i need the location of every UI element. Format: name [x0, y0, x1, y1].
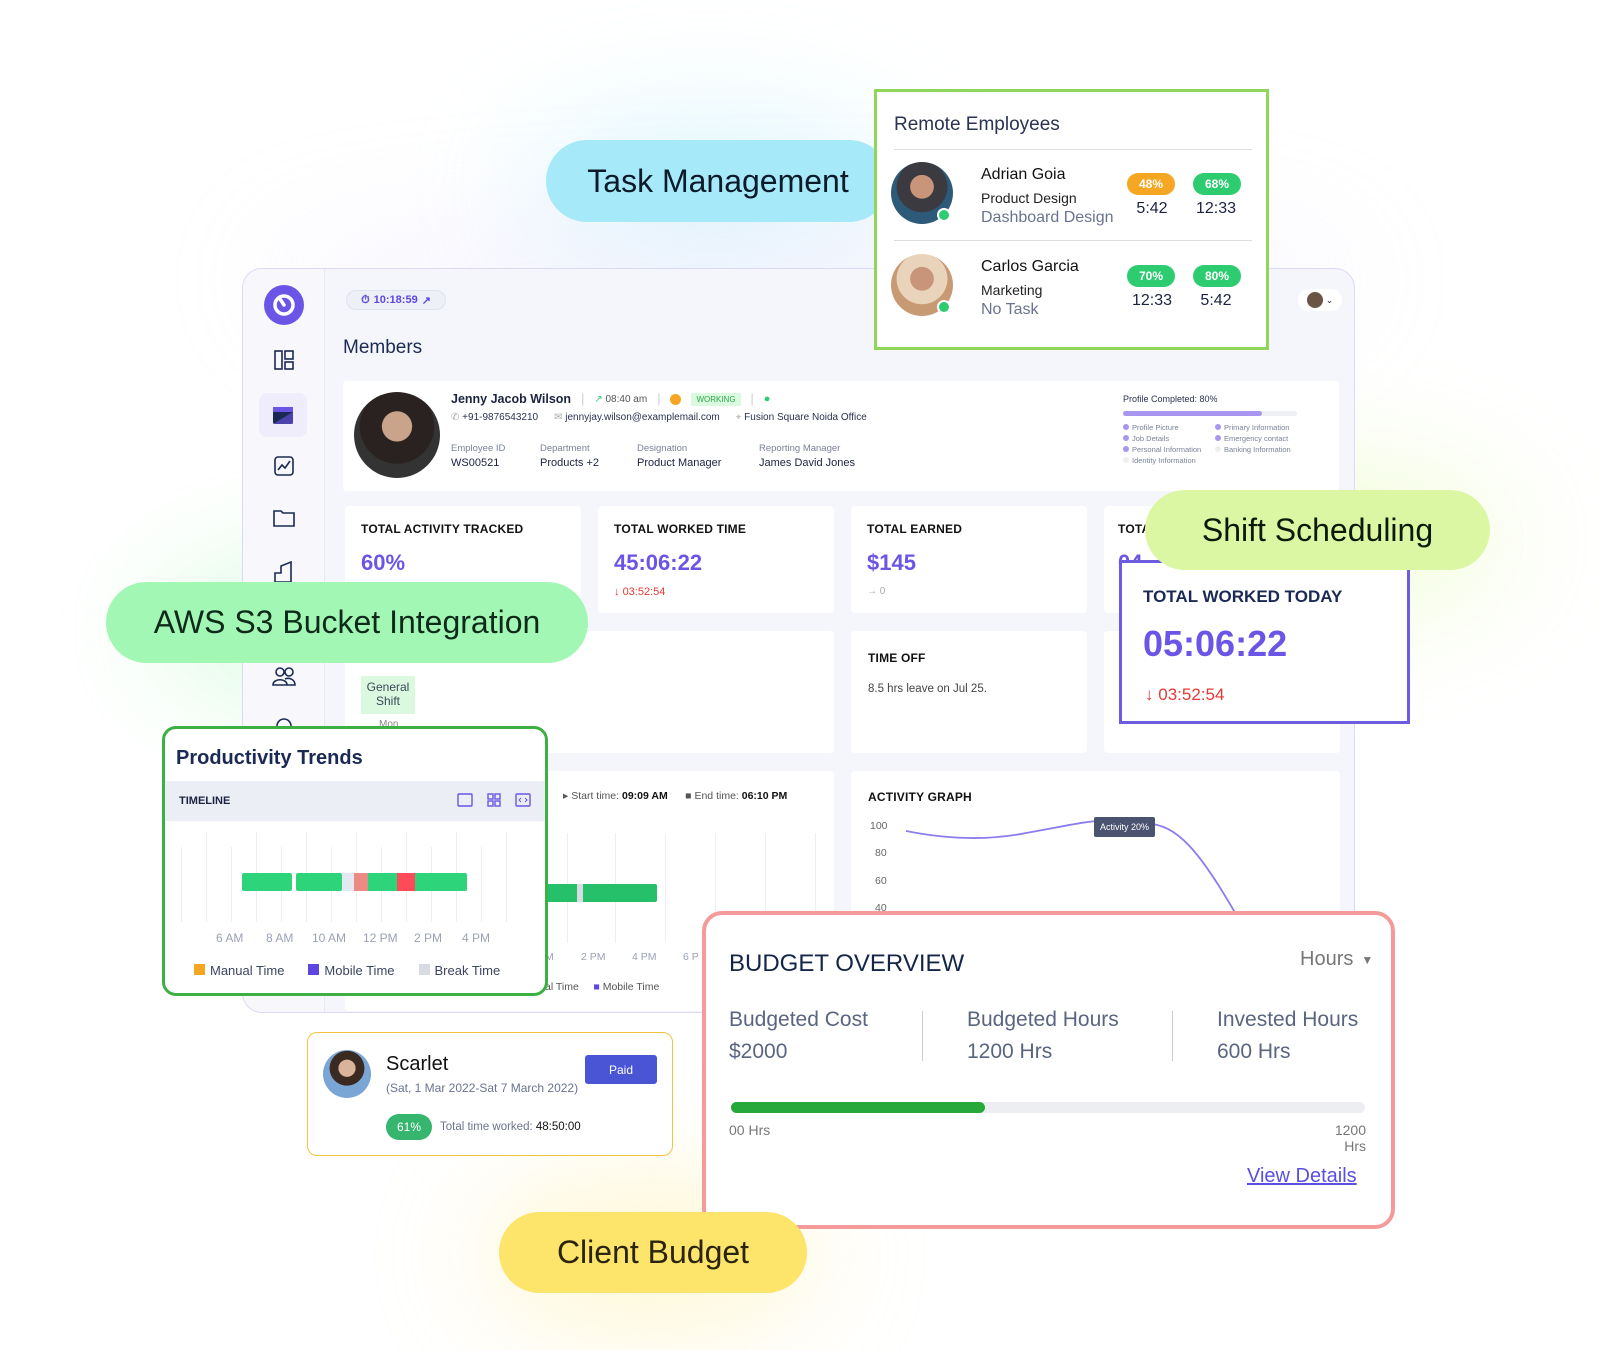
checklist-item: Banking Information	[1215, 445, 1315, 454]
profile-progress	[1123, 411, 1297, 416]
stopwatch-icon: ⏱	[361, 293, 370, 306]
circle-icon	[1123, 457, 1129, 463]
code-view-icon[interactable]	[515, 793, 531, 807]
stat-card: TOTAL WORKED TIME 45:06:22 ↓ 03:52:54	[598, 506, 834, 613]
check-icon	[1123, 424, 1129, 430]
timeline-segment	[242, 873, 292, 891]
check-icon	[1123, 446, 1129, 452]
chevron-down-icon: ⌄	[1325, 294, 1334, 305]
chart-icon[interactable]	[267, 449, 301, 483]
checklist-item: Emergency contact	[1215, 434, 1315, 443]
percent-badge: 68%	[1193, 173, 1242, 195]
avatar	[323, 1050, 371, 1098]
legend-swatch	[194, 964, 205, 975]
android-icon: ●	[763, 393, 771, 405]
profile-card: Jenny Jacob Wilson | ↗ 08:40 am | WORKING |…	[343, 381, 1339, 491]
mail-icon: ✉	[554, 412, 563, 423]
folder-icon[interactable]	[267, 501, 301, 535]
percent-badge: 61%	[386, 1114, 432, 1140]
caret-down-icon: ▼	[1361, 952, 1374, 967]
avatar	[1306, 292, 1323, 308]
arrow-up-right-icon: ↗	[594, 393, 603, 405]
checklist-item: Primary Information	[1215, 423, 1315, 432]
page-title: Members	[343, 337, 423, 358]
grid-icon[interactable]	[487, 793, 501, 807]
time-off-card: TIME OFF 8.5 hrs leave on Jul 25.	[851, 631, 1087, 753]
arrow-up-right-icon: ↗	[421, 294, 431, 307]
fullscreen-icon[interactable]	[457, 793, 473, 807]
timeline-segment	[368, 873, 467, 891]
checklist-item: Personal Information	[1123, 445, 1215, 454]
break-segment	[342, 873, 354, 891]
budget-overview-card: BUDGET OVERVIEW Hours ▼ Budgeted Cost $200…	[702, 911, 1395, 1229]
check-icon	[1123, 435, 1129, 441]
status-badge: WORKING	[691, 392, 741, 406]
invoice-card: Scarlet (Sat, 1 Mar 2022-Sat 7 March 202…	[307, 1032, 673, 1156]
shift-chip[interactable]: General Shift	[361, 676, 415, 714]
client-budget-pill: Client Budget	[499, 1212, 807, 1293]
check-icon	[1215, 424, 1221, 430]
calendar-icon[interactable]	[259, 393, 307, 437]
team-icon[interactable]	[267, 659, 301, 693]
aws-s3-pill: AWS S3 Bucket Integration	[106, 582, 588, 663]
percent-badge: 70%	[1127, 265, 1176, 287]
unit-dropdown[interactable]: Hours ▼	[1300, 948, 1373, 971]
legend-item: Break Time	[418, 963, 500, 978]
online-indicator	[937, 300, 951, 314]
user-menu[interactable]: ⌄	[1298, 289, 1342, 311]
legend-swatch	[308, 964, 320, 975]
legend-item: Manual Time	[194, 963, 284, 978]
productivity-trends-card: Productivity Trends TIMELINE 6 AM 8 AM 1…	[162, 726, 548, 996]
checklist-item: Profile Picture	[1123, 423, 1215, 432]
checklist-item: Identity Information	[1123, 456, 1215, 465]
percent-badge: 48%	[1127, 173, 1176, 195]
timeline-header: TIMELINE	[165, 781, 545, 821]
checklist-item: Job Details	[1123, 434, 1215, 443]
task-management-pill: Task Management	[546, 140, 890, 222]
dashboard-icon[interactable]	[267, 343, 301, 377]
percent-badge: 80%	[1193, 265, 1242, 287]
paid-button[interactable]: Paid	[585, 1055, 657, 1084]
stat-card: TOTAL EARNED $145 → 0	[851, 506, 1087, 613]
legend-swatch	[418, 964, 430, 975]
remote-employees-card: Remote Employees Adrian Goia Product Des…	[874, 89, 1269, 350]
timeline-segment	[296, 873, 342, 891]
budget-progress	[731, 1102, 1365, 1113]
timeline-bar	[545, 884, 657, 902]
online-indicator	[937, 208, 951, 222]
timeline-segment	[354, 873, 368, 891]
timer-pill[interactable]: ⏱ 10:18:59 ↗	[346, 290, 446, 310]
avatar	[354, 392, 440, 478]
total-worked-today-card: TOTAL WORKED TODAY 05:06:22 ↓ 03:52:54	[1119, 560, 1410, 724]
logo-timer-icon[interactable]	[264, 285, 304, 325]
shift-scheduling-pill: Shift Scheduling	[1145, 490, 1490, 570]
location-icon: ⌖	[735, 412, 742, 423]
warning-icon	[670, 393, 682, 405]
check-icon	[1215, 435, 1221, 441]
tab-timeline[interactable]: TIMELINE	[179, 795, 230, 807]
circle-icon	[1215, 446, 1221, 452]
tooltip: Activity 20%	[1094, 817, 1156, 837]
idle-segment	[397, 873, 415, 891]
legend-item: Mobile Time	[308, 963, 395, 978]
phone-icon: ✆	[451, 412, 460, 423]
view-details-link[interactable]: View Details	[1247, 1165, 1357, 1188]
